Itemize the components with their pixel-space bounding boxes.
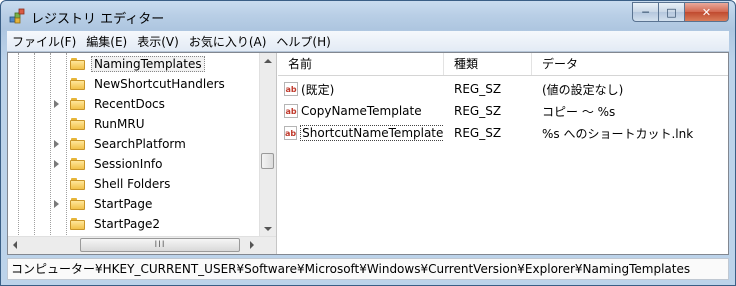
tree-vertical-scrollbar[interactable]: [259, 53, 276, 237]
regedit-app-icon: [9, 8, 25, 24]
tree-guide-line: [66, 53, 67, 237]
tree-item-namingtemplates[interactable]: NamingTemplates: [70, 54, 205, 74]
value-type: REG_SZ: [454, 104, 502, 118]
folder-icon: [70, 118, 86, 130]
column-header-type[interactable]: 種類: [444, 53, 532, 75]
menu-favorites[interactable]: お気に入り(A): [184, 33, 272, 50]
menu-edit[interactable]: 編集(E): [81, 33, 132, 50]
value-name-cell: ab (既定): [278, 81, 444, 98]
value-data: (値の設定なし): [542, 82, 624, 97]
column-header-name[interactable]: 名前: [278, 53, 444, 75]
scroll-up-arrow-icon[interactable]: [264, 59, 272, 63]
window-title: レジストリ エディター: [31, 12, 165, 27]
menu-help[interactable]: ヘルプ(H): [271, 33, 335, 50]
string-value-icon: ab: [284, 126, 298, 140]
tree-item-runmru[interactable]: RunMRU: [70, 114, 144, 134]
value-row[interactable]: ab CopyNameTemplate REG_SZ コピー ～ %s: [278, 100, 728, 122]
string-value-icon: ab: [284, 104, 298, 118]
tree-item-startpage2[interactable]: StartPage2: [70, 214, 160, 234]
value-name: ShortcutNameTemplate: [300, 125, 444, 141]
value-data: %s へのショートカット.lnk: [542, 126, 694, 141]
tree-guide-line: [18, 53, 19, 237]
scroll-grip-icon: III: [154, 240, 166, 250]
scroll-down-arrow-icon[interactable]: [264, 227, 272, 231]
minimize-button[interactable]: ─: [632, 2, 658, 22]
tree-guide-line: [34, 53, 35, 237]
tree-item-recentdocs[interactable]: RecentDocs: [54, 94, 165, 114]
scroll-left-arrow-icon[interactable]: [13, 241, 17, 249]
tree-item-searchplatform[interactable]: SearchPlatform: [54, 134, 186, 154]
tree-item-label: RecentDocs: [94, 97, 165, 111]
tree-item-sessioninfo[interactable]: SessionInfo: [54, 154, 163, 174]
value-name: CopyNameTemplate: [301, 104, 422, 118]
value-row[interactable]: ab ShortcutNameTemplate REG_SZ %s へのショート…: [278, 122, 728, 144]
value-row[interactable]: ab (既定) REG_SZ (値の設定なし): [278, 78, 728, 100]
menu-view[interactable]: 表示(V): [132, 33, 184, 50]
menu-bar: ファイル(F) 編集(E) 表示(V) お気に入り(A) ヘルプ(H): [7, 31, 729, 52]
title-bar[interactable]: レジストリ エディター ─ □ ✕: [1, 1, 735, 31]
vertical-scroll-thumb[interactable]: [261, 153, 274, 169]
string-value-icon: ab: [284, 82, 298, 96]
key-tree-pane[interactable]: NamingTemplates NewShortcutHandlers Rece…: [8, 53, 277, 254]
value-name-cell: ab ShortcutNameTemplate: [278, 125, 444, 141]
menu-file[interactable]: ファイル(F): [7, 33, 81, 50]
horizontal-scroll-thumb[interactable]: III: [80, 238, 240, 252]
tree-item-label: Shell Folders: [94, 177, 171, 191]
minimize-icon: ─: [642, 5, 649, 19]
tree-item-shell-folders[interactable]: Shell Folders: [70, 174, 170, 194]
registry-editor-window: レジストリ エディター ─ □ ✕ ファイル(F) 編集(E) 表示(V) お気…: [0, 0, 736, 286]
value-type: REG_SZ: [454, 82, 502, 96]
tree-item-label: SessionInfo: [94, 157, 163, 171]
tree-horizontal-scrollbar[interactable]: III: [8, 236, 276, 254]
folder-icon: [70, 178, 86, 190]
maximize-icon: □: [666, 5, 677, 19]
tree-item-label: NewShortcutHandlers: [94, 77, 225, 91]
scroll-right-arrow-icon[interactable]: [250, 241, 254, 249]
tree-item-label: StartPage2: [94, 217, 160, 231]
value-type: REG_SZ: [454, 126, 502, 140]
tree-item-label: StartPage: [94, 197, 153, 211]
client-area: NamingTemplates NewShortcutHandlers Rece…: [7, 52, 729, 255]
close-button[interactable]: ✕: [684, 2, 729, 22]
close-icon: ✕: [701, 5, 712, 19]
expand-arrow-icon[interactable]: [54, 200, 59, 208]
tree-item-label: SearchPlatform: [94, 137, 186, 151]
caption-buttons: ─ □ ✕: [632, 2, 729, 22]
expand-arrow-icon[interactable]: [54, 100, 59, 108]
folder-icon: [70, 218, 86, 230]
folder-icon: [70, 58, 86, 70]
value-name: (既定): [301, 82, 335, 97]
folder-icon: [70, 138, 86, 150]
tree-item-label: RunMRU: [94, 117, 145, 131]
value-name-cell: ab CopyNameTemplate: [278, 104, 444, 118]
folder-icon: [70, 98, 86, 110]
tree-guide-line: [50, 53, 51, 237]
values-list-pane[interactable]: 名前 種類 データ ab (既定) REG_SZ (値の設定なし) ab Cop…: [278, 53, 728, 254]
status-bar: コンピューター¥HKEY_CURRENT_USER¥Software¥Micro…: [7, 258, 729, 280]
tree-item-newshortcuthandlers[interactable]: NewShortcutHandlers: [70, 74, 225, 94]
tree-item-startpage[interactable]: StartPage: [54, 194, 153, 214]
maximize-button[interactable]: □: [658, 2, 684, 22]
status-path: コンピューター¥HKEY_CURRENT_USER¥Software¥Micro…: [11, 262, 691, 276]
folder-icon: [70, 78, 86, 90]
expand-arrow-icon[interactable]: [54, 140, 59, 148]
value-data: コピー ～ %s: [542, 104, 616, 119]
column-header-data[interactable]: データ: [532, 53, 728, 75]
tree-item-label: NamingTemplates: [91, 56, 205, 72]
folder-icon: [70, 158, 86, 170]
list-header: 名前 種類 データ: [278, 53, 728, 76]
folder-icon: [70, 198, 86, 210]
expand-arrow-icon[interactable]: [54, 160, 59, 168]
